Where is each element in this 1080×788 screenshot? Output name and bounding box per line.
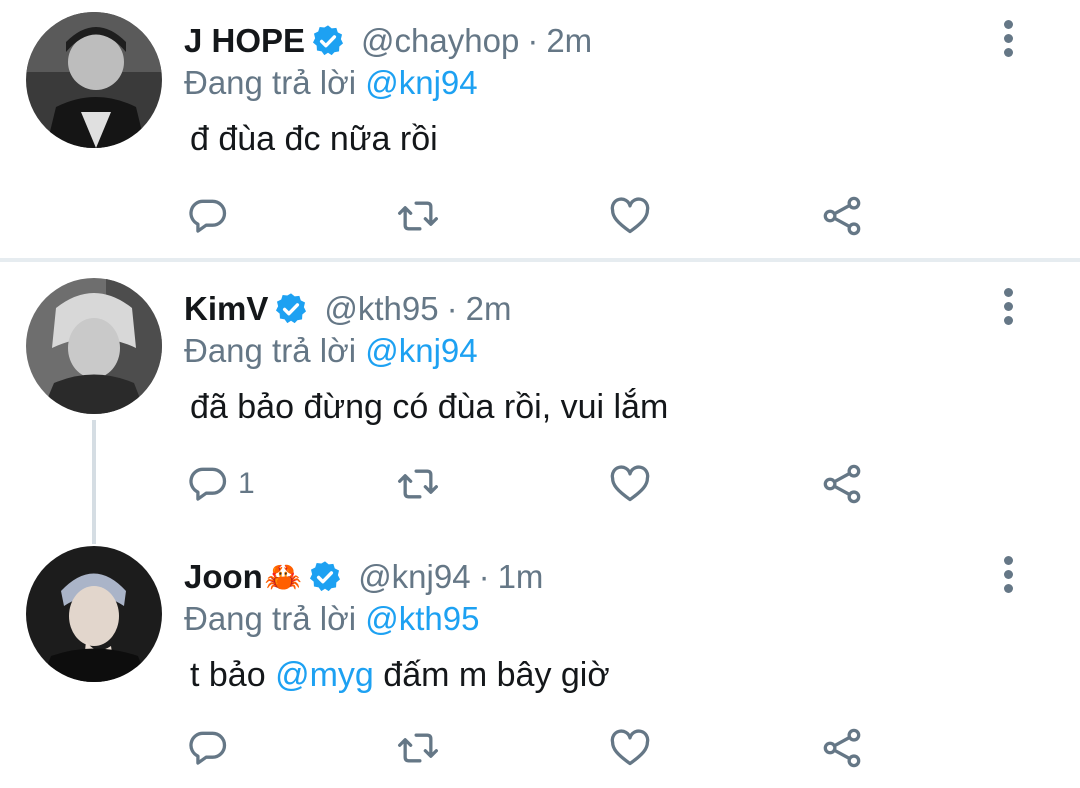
share-button[interactable] — [820, 462, 864, 506]
reply-prefix: Đang trả lời — [184, 332, 357, 369]
reply-mention-link[interactable]: @kth95 — [365, 600, 479, 637]
crab-emoji: 🦀 — [264, 560, 303, 594]
tweet-header: J HOPE @chayhop · 2m — [184, 22, 592, 60]
avatar[interactable] — [26, 278, 162, 414]
separator: · — [527, 22, 539, 59]
share-icon — [823, 196, 861, 236]
timestamp[interactable]: 1m — [498, 558, 544, 596]
reply-icon — [189, 467, 227, 501]
tweet-text: đ đùa đc nữa rồi — [190, 120, 438, 158]
retweet-icon — [398, 469, 438, 499]
verified-badge-icon — [311, 24, 345, 58]
handle[interactable]: @kth95 — [324, 290, 438, 328]
verified-badge-icon — [274, 292, 308, 326]
tweet-header: Joon 🦀 @knj94 · 1m — [184, 558, 543, 596]
tweet-actions: 1 — [186, 462, 886, 506]
tweet-text-before: t bảo — [190, 656, 266, 694]
replying-to: Đang trả lời @knj94 — [184, 332, 478, 370]
avatar[interactable] — [26, 546, 162, 682]
tweet[interactable]: Joon 🦀 @knj94 · 1m Đang trả lời @kth95 t… — [0, 530, 1080, 788]
reply-prefix: Đang trả lời — [184, 64, 357, 101]
reply-icon — [189, 731, 227, 765]
reply-icon — [189, 199, 227, 233]
tweet-text: đã bảo đừng có đùa rồi, vui lắm — [190, 388, 669, 426]
like-icon — [610, 465, 650, 502]
timestamp[interactable]: 2m — [466, 290, 512, 328]
reply-button[interactable] — [186, 194, 238, 238]
display-name[interactable]: J HOPE — [184, 22, 305, 60]
tweet-text: t bảo @myg đấm m bây giờ — [190, 656, 610, 695]
display-name[interactable]: Joon — [184, 558, 263, 596]
handle[interactable]: @knj94 — [358, 558, 470, 596]
separator: · — [446, 290, 458, 327]
reply-button[interactable] — [186, 726, 238, 770]
share-icon — [823, 728, 861, 768]
like-button[interactable] — [608, 462, 652, 506]
tweet-text-after: đấm m bây giờ — [383, 656, 610, 694]
handle[interactable]: @chayhop — [361, 22, 519, 60]
like-icon — [610, 729, 650, 766]
thread-connector — [92, 420, 96, 544]
timestamp[interactable]: 2m — [546, 22, 592, 60]
avatar[interactable] — [26, 12, 162, 148]
retweet-button[interactable] — [396, 462, 440, 506]
reply-count: 1 — [238, 467, 255, 500]
like-button[interactable] — [608, 194, 652, 238]
replying-to: Đang trả lời @knj94 — [184, 64, 478, 102]
like-icon — [610, 197, 650, 234]
tweet-actions — [186, 194, 886, 238]
more-vertical-icon[interactable] — [996, 556, 1020, 596]
separator: · — [478, 558, 490, 595]
retweet-button[interactable] — [396, 726, 440, 770]
retweet-icon — [398, 733, 438, 763]
display-name[interactable]: KimV — [184, 290, 268, 328]
share-icon — [823, 464, 861, 504]
reply-button[interactable]: 1 — [186, 462, 255, 506]
tweet-actions — [186, 726, 886, 770]
verified-badge-icon — [308, 560, 342, 594]
share-button[interactable] — [820, 194, 864, 238]
reply-prefix: Đang trả lời — [184, 600, 357, 637]
more-vertical-icon[interactable] — [996, 288, 1020, 328]
more-vertical-icon[interactable] — [996, 20, 1020, 60]
tweet-header: KimV @kth95 · 2m — [184, 290, 511, 328]
like-button[interactable] — [608, 726, 652, 770]
reply-mention-link[interactable]: @knj94 — [365, 332, 477, 369]
tweet[interactable]: KimV @kth95 · 2m Đang trả lời @knj94 đã … — [0, 262, 1080, 526]
tweet[interactable]: J HOPE @chayhop · 2m Đang trả lời @knj94… — [0, 0, 1080, 258]
retweet-button[interactable] — [396, 194, 440, 238]
retweet-icon — [398, 201, 438, 231]
mention-link[interactable]: @myg — [275, 656, 374, 694]
reply-mention-link[interactable]: @knj94 — [365, 64, 477, 101]
replying-to: Đang trả lời @kth95 — [184, 600, 479, 638]
share-button[interactable] — [820, 726, 864, 770]
